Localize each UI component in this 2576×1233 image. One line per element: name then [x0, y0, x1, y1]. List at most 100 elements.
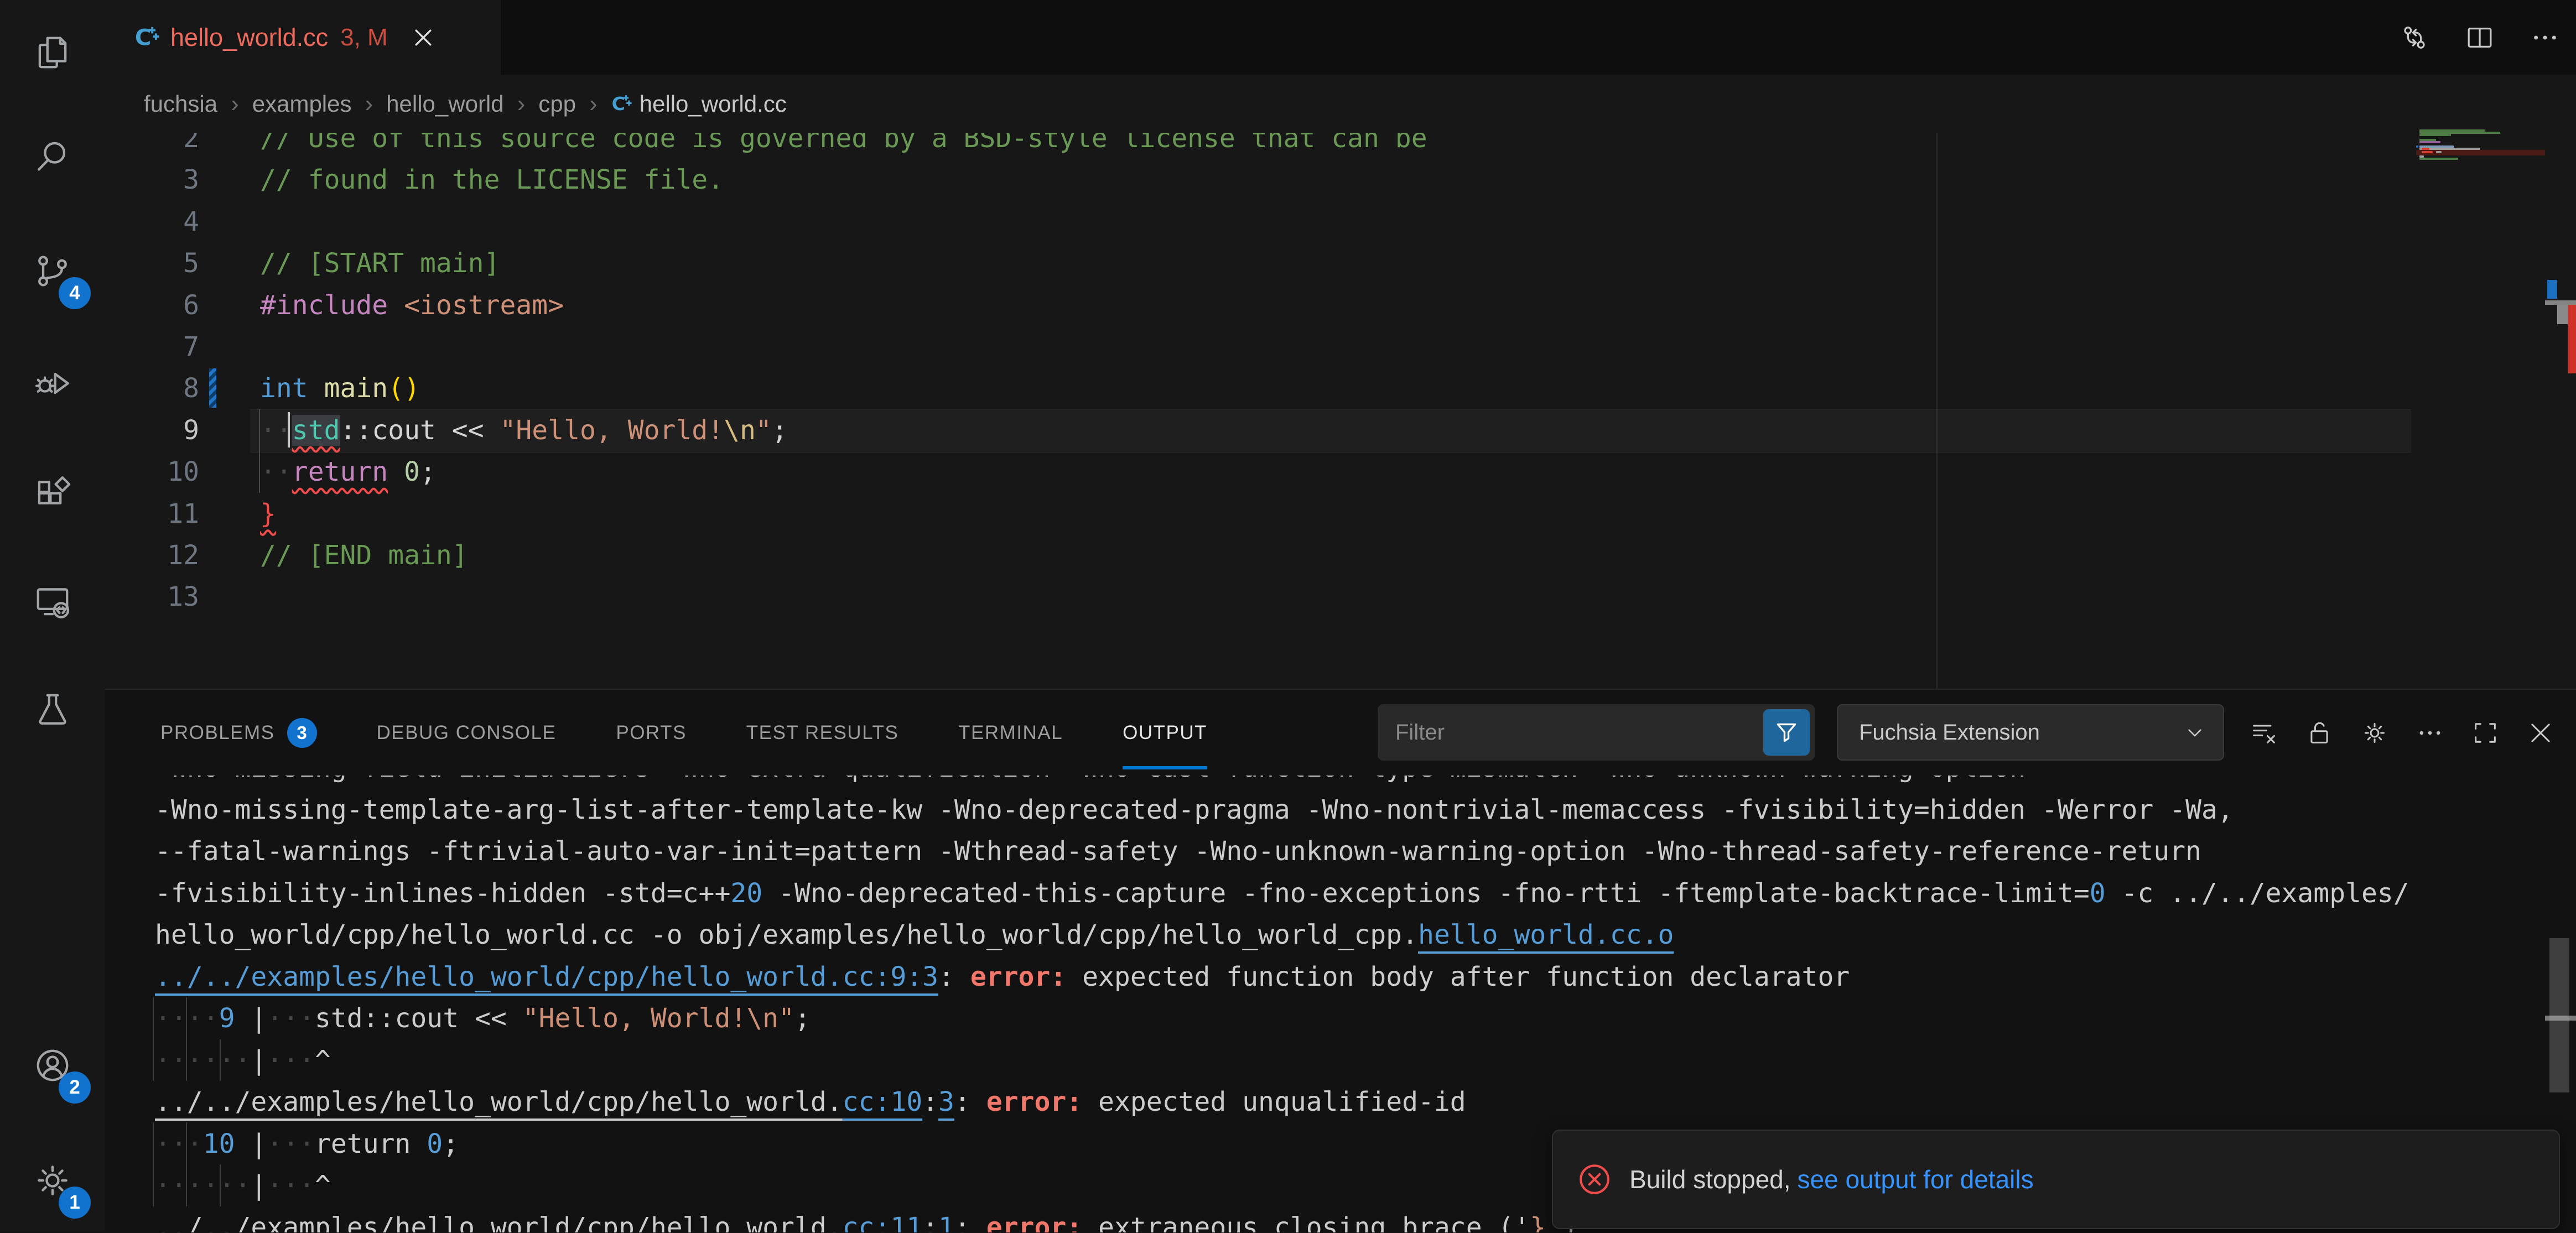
code-text: // [START main] — [260, 242, 500, 284]
code-text: // Use of this source code is governed b… — [260, 133, 1427, 159]
code-text: int main() — [260, 367, 420, 409]
text-segment: std::cout << — [315, 1003, 523, 1034]
code-line-6[interactable]: 6#include <iostream> — [105, 284, 2576, 326]
tab-hello-world-cc[interactable]: C hello_world.cc 3, M — [105, 0, 501, 75]
clear-output-icon[interactable] — [2250, 719, 2278, 747]
split-editor-icon[interactable] — [2464, 22, 2495, 53]
text-segment: // [END main] — [260, 540, 468, 571]
code-editor[interactable]: 2// Use of this source code is governed … — [105, 133, 2576, 689]
sidebar-item-explorer[interactable] — [0, 0, 105, 105]
code-line-11[interactable]: 11} — [105, 493, 2576, 535]
text-segment: ·· — [260, 456, 292, 487]
overview-scroll-thumb[interactable] — [2557, 305, 2568, 324]
code-line-3[interactable]: 3// found in the LICENSE file. — [105, 159, 2576, 201]
breadcrumb-item-hello_world[interactable]: hello_world — [386, 91, 503, 117]
output-indent-guide — [153, 997, 154, 1081]
sidebar-item-settings[interactable]: 1 — [0, 1128, 105, 1233]
panel-tab-debug-console[interactable]: DEBUG CONSOLE — [377, 690, 557, 776]
sidebar-item-accounts[interactable]: 2 — [0, 1013, 105, 1118]
code-line-2[interactable]: 2// Use of this source code is governed … — [105, 133, 2576, 159]
code-line-9[interactable]: 9··std::cout << "Hello, World!\n"; — [105, 409, 2576, 451]
output-file-link[interactable]: ../../examples/hello_world/cpp/hello_wor… — [155, 1086, 843, 1117]
text-cursor — [288, 412, 290, 448]
code-line-12[interactable]: 12// [END main] — [105, 534, 2576, 576]
minimap-line — [2419, 158, 2458, 160]
output-file-link[interactable]: cc:10 — [843, 1086, 923, 1117]
breadcrumb-item-fuchsia[interactable]: fuchsia — [144, 91, 217, 117]
beaker-icon — [32, 689, 73, 730]
settings-gear-icon[interactable] — [2360, 719, 2389, 747]
output-file-link[interactable]: ../../examples/hello_world/cpp/hello_wor… — [155, 1212, 843, 1233]
panel-action-icons — [2250, 690, 2555, 776]
notification-toast[interactable]: Build stopped, see output for details — [1552, 1130, 2560, 1229]
code-line-13[interactable]: 13 — [105, 576, 2576, 618]
output-file-link[interactable]: cc:11 — [843, 1212, 923, 1233]
line-number: 13 — [105, 576, 199, 618]
minimap-line — [2436, 151, 2442, 153]
text-segment: -Wno-missing-field-initializers -Wno-ext… — [155, 776, 2026, 783]
panel-tabs: PROBLEMS3 DEBUG CONSOLE PORTS TEST RESULTS T… — [160, 690, 1207, 776]
close-panel-icon[interactable] — [2526, 719, 2555, 747]
filter-funnel-button[interactable] — [1763, 709, 1810, 756]
code-line-7[interactable]: 7 — [105, 326, 2576, 368]
panel-tab-test-results[interactable]: TEST RESULTS — [746, 690, 899, 776]
tab-problems-modified-badge: 3, M — [340, 24, 388, 51]
output-file-link[interactable]: 3 — [938, 1086, 954, 1117]
output-file-link[interactable]: hello_world.cc.o — [1418, 919, 1674, 950]
panel-tab-label: PROBLEMS — [160, 722, 275, 744]
tab-close-icon[interactable] — [411, 25, 435, 50]
sidebar-item-run-debug[interactable] — [0, 331, 105, 436]
text-segment: // found in the LICENSE file. — [260, 164, 724, 195]
sidebar-item-testing[interactable] — [0, 657, 105, 762]
tab-strip: C hello_world.cc 3, M — [105, 0, 2576, 75]
output-channel-value: Fuchsia Extension — [1859, 720, 2040, 745]
more-actions-icon[interactable] — [2416, 719, 2444, 747]
open-changes-icon[interactable] — [2399, 22, 2430, 53]
line-number: 7 — [105, 326, 199, 368]
breadcrumb-separator: › — [589, 90, 598, 117]
panel-tab-ports[interactable]: PORTS — [616, 690, 686, 776]
more-actions-icon[interactable] — [2530, 22, 2561, 53]
output-file-link[interactable]: ../../examples/hello_world/cpp/hello_wor… — [155, 961, 938, 992]
text-segment: ^ — [315, 1045, 331, 1076]
code-line-5[interactable]: 5// [START main] — [105, 242, 2576, 284]
panel-header: PROBLEMS3 DEBUG CONSOLE PORTS TEST RESULTS T… — [105, 690, 2576, 776]
output-file-link[interactable]: 1 — [938, 1212, 954, 1233]
text-segment: 0 — [404, 456, 420, 487]
text-segment: std — [292, 415, 340, 446]
text-segment: -Wno-missing-template-arg-list-after-tem… — [155, 794, 2234, 825]
panel-tab-problems[interactable]: PROBLEMS3 — [160, 690, 317, 776]
text-segment: \n — [724, 415, 756, 446]
overview-scroll-band[interactable] — [2545, 300, 2576, 305]
sidebar-item-source-control[interactable]: 4 — [0, 218, 105, 324]
text-segment: | — [235, 1128, 267, 1159]
unlock-icon[interactable] — [2305, 719, 2334, 747]
output-channel-select[interactable]: Fuchsia Extension — [1837, 704, 2224, 761]
sidebar-item-extensions[interactable] — [0, 439, 105, 544]
source-control-badge: 4 — [59, 277, 91, 309]
panel-tab-terminal[interactable]: TERMINAL — [958, 690, 1063, 776]
filter-box — [1378, 704, 1815, 761]
panel-scrollbar-marker — [2545, 1016, 2576, 1021]
maximize-panel-icon[interactable] — [2471, 719, 2500, 747]
text-segment: : — [938, 961, 970, 992]
panel-tab-output[interactable]: OUTPUT — [1123, 690, 1207, 776]
breadcrumb-item-examples[interactable]: examples — [252, 91, 352, 117]
breadcrumb-item-cpp[interactable]: cpp — [538, 91, 576, 117]
output-row: ······|···^ — [155, 1039, 331, 1081]
sidebar-item-search[interactable] — [0, 104, 105, 209]
filter-input[interactable] — [1378, 704, 1760, 761]
text-segment: | — [251, 1045, 267, 1076]
code-line-4[interactable]: 4 — [105, 201, 2576, 243]
breadcrumb-file[interactable]: C hello_world.cc — [611, 91, 787, 117]
text-segment: ···· — [155, 1003, 219, 1034]
text-segment: | — [251, 1170, 267, 1201]
code-line-10[interactable]: 10··return 0; — [105, 451, 2576, 493]
text-segment — [308, 373, 324, 404]
minimap[interactable] — [2416, 129, 2545, 168]
toast-link-see-output[interactable]: see output for details — [1798, 1164, 2034, 1194]
code-line-8[interactable]: 8int main() — [105, 367, 2576, 409]
minimap-line — [2419, 134, 2451, 136]
sidebar-item-remote-explorer[interactable] — [0, 549, 105, 654]
output-row: -fvisibility-inlines-hidden -std=c++20 -… — [155, 872, 2409, 914]
